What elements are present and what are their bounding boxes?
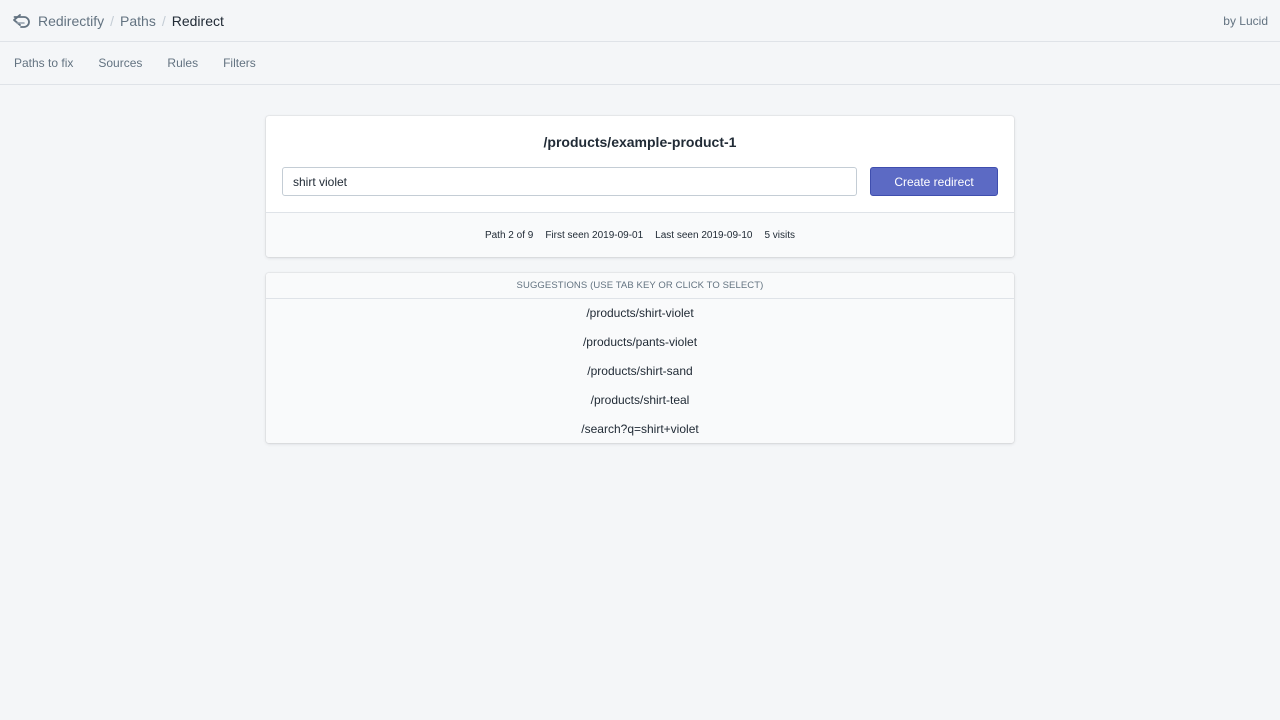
breadcrumb-app-link[interactable]: Redirectify [38, 13, 104, 29]
path-title: /products/example-product-1 [543, 134, 737, 150]
suggestions-card: Suggestions (use tab key or click to sel… [266, 273, 1014, 443]
nav-item-sources[interactable]: Sources [98, 56, 142, 70]
breadcrumb-paths-link[interactable]: Paths [120, 13, 156, 29]
nav-item-rules[interactable]: Rules [167, 56, 198, 70]
suggestion-item[interactable]: /search?q=shirt+violet [266, 414, 1014, 443]
suggestion-item[interactable]: /products/shirt-violet [266, 299, 1014, 328]
main-content: /products/example-product-1 Create redir… [266, 116, 1014, 443]
redirect-form-section: /products/example-product-1 Create redir… [266, 116, 1014, 212]
secondary-nav: Paths to fix Sources Rules Filters [0, 42, 1280, 85]
redirect-search-input[interactable] [282, 167, 857, 196]
breadcrumb-current: Redirect [171, 12, 224, 29]
nav-item-filters[interactable]: Filters [223, 56, 256, 70]
visit-count: 5 visits [764, 229, 796, 241]
breadcrumb-separator: / [161, 12, 166, 29]
breadcrumb: Redirectify / Paths / Redirect [12, 11, 224, 31]
first-seen: First seen 2019-09-01 [545, 229, 644, 241]
redirect-card: /products/example-product-1 Create redir… [266, 116, 1014, 257]
path-position: Path 2 of 9 [484, 229, 534, 241]
top-bar: Redirectify / Paths / Redirect by Lucid [0, 0, 1280, 42]
nav-item-paths-to-fix[interactable]: Paths to fix [14, 56, 73, 70]
suggestions-list: /products/shirt-violet /products/pants-v… [266, 299, 1014, 443]
last-seen: Last seen 2019-09-10 [655, 229, 753, 241]
suggestion-item[interactable]: /products/shirt-sand [266, 357, 1014, 386]
redirect-arrow-icon[interactable] [12, 11, 32, 31]
redirect-form: Create redirect [282, 167, 998, 196]
suggestion-item[interactable]: /products/shirt-teal [266, 385, 1014, 414]
breadcrumb-separator: / [110, 12, 115, 29]
path-meta: Path 2 of 9 First seen 2019-09-01 Last s… [266, 212, 1014, 257]
suggestions-header: Suggestions (use tab key or click to sel… [266, 273, 1014, 299]
byline-link[interactable]: by Lucid [1223, 14, 1268, 28]
create-redirect-button[interactable]: Create redirect [870, 167, 998, 196]
suggestion-item[interactable]: /products/pants-violet [266, 328, 1014, 357]
